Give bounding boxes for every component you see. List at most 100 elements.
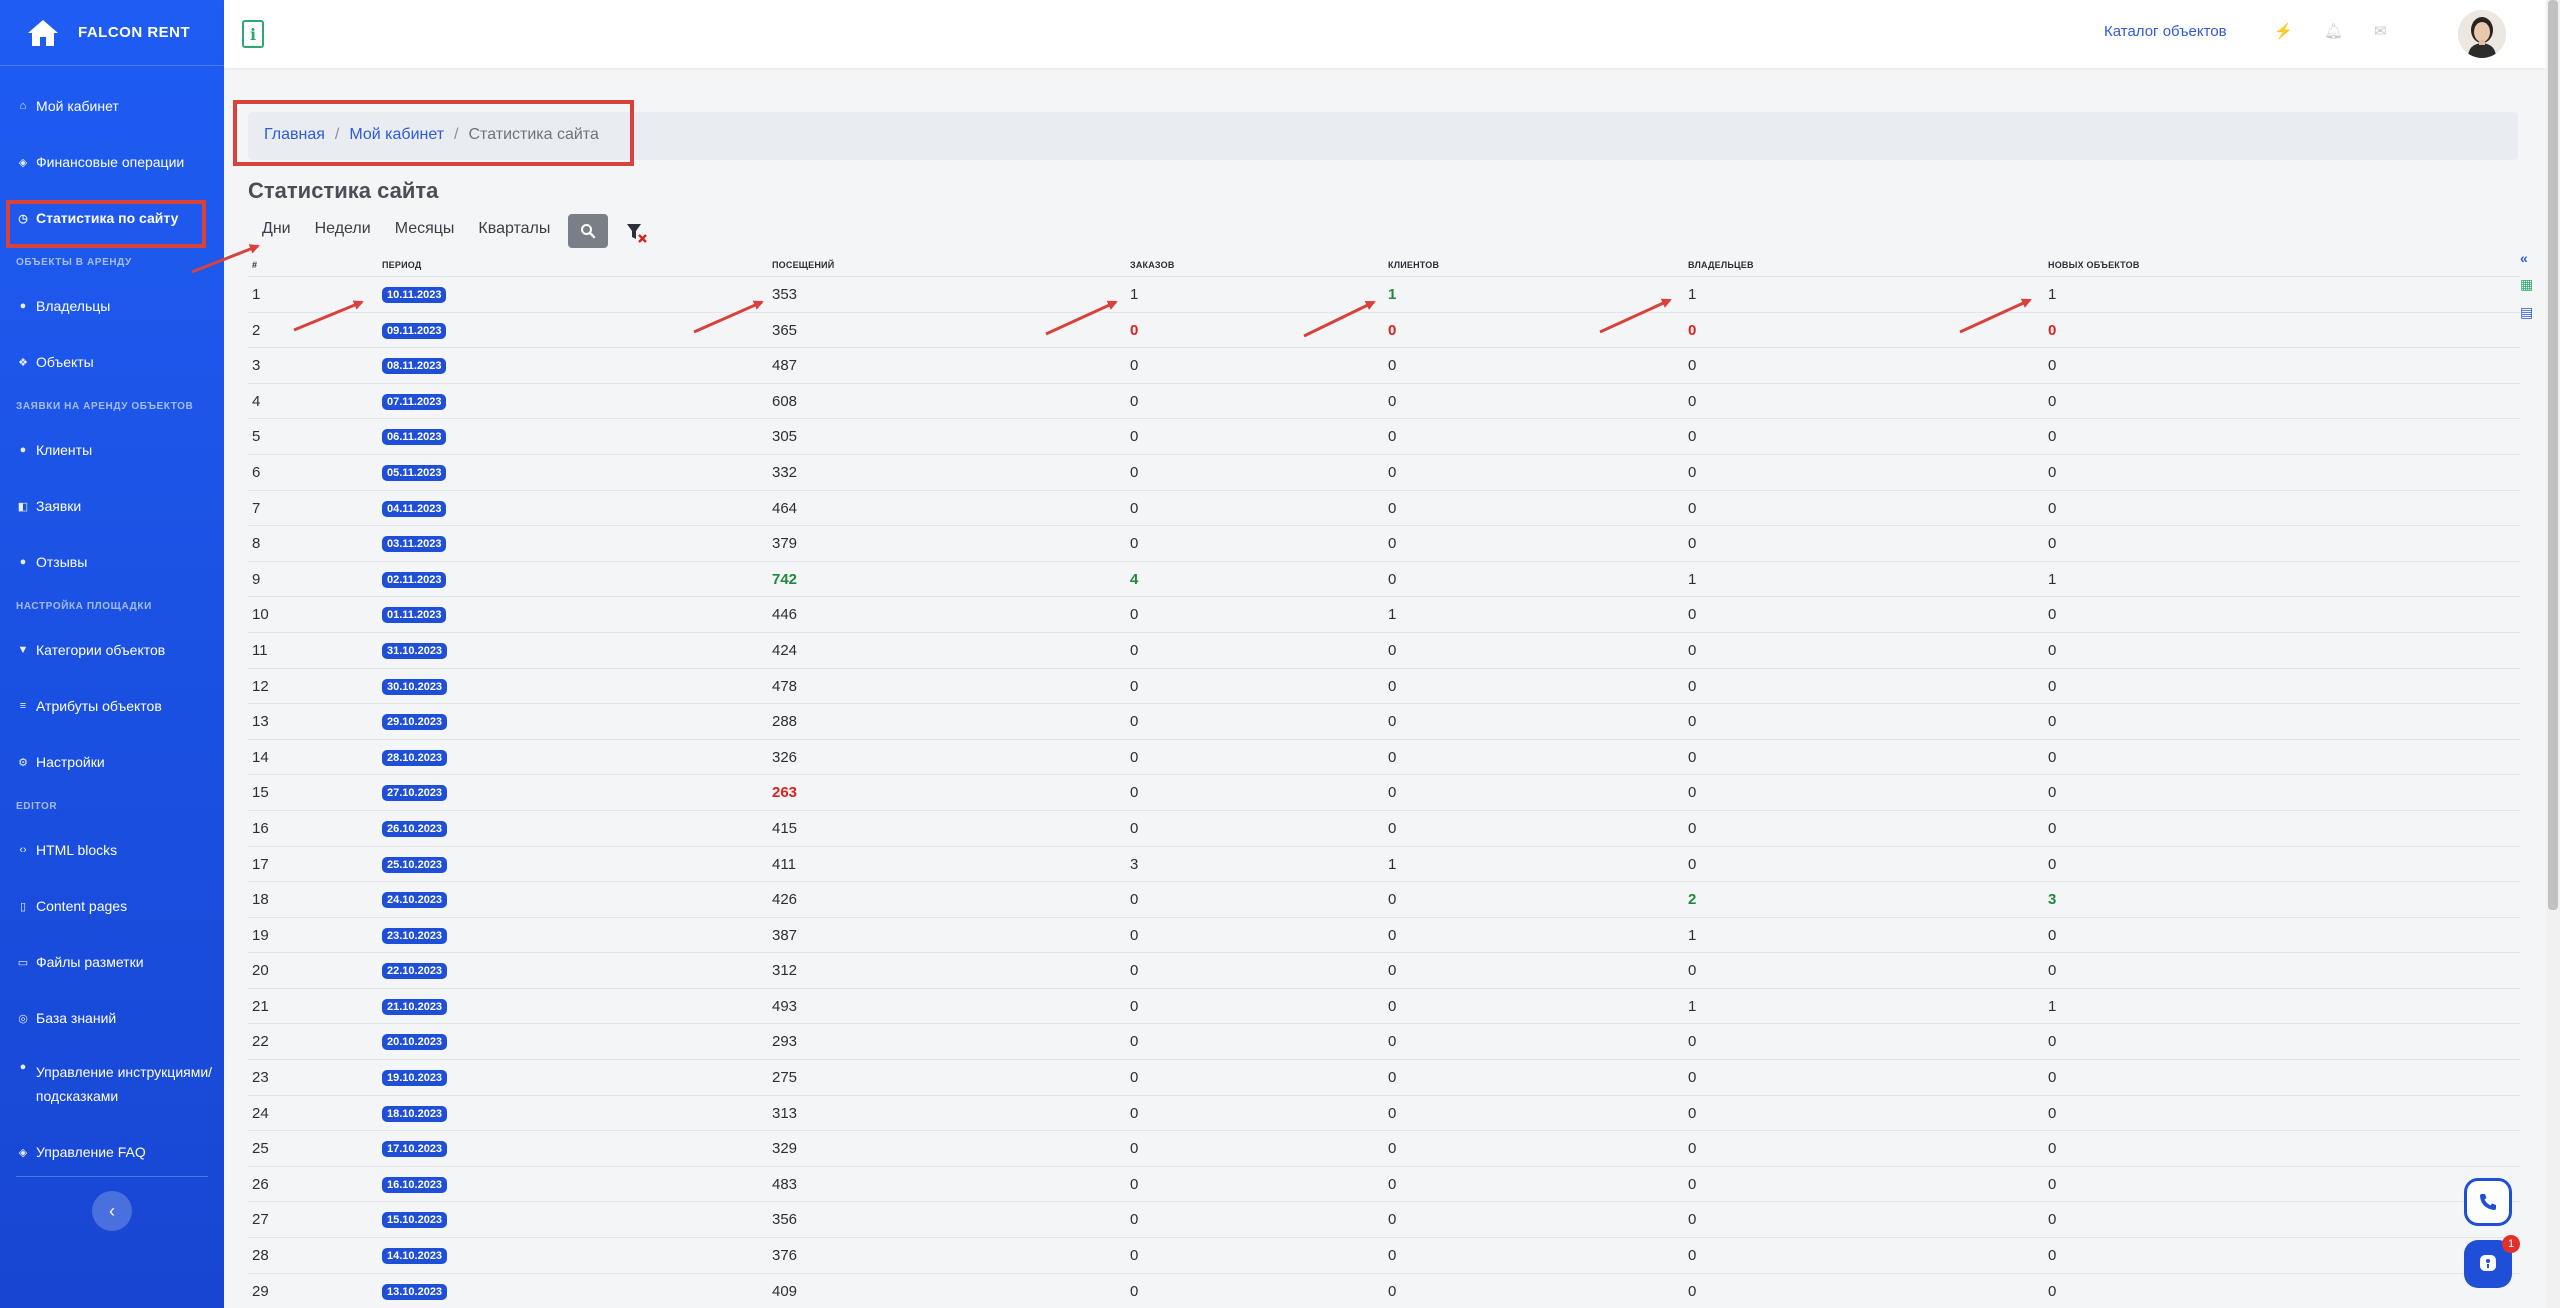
visits-cell: 608	[772, 392, 798, 410]
new-objects-cell: 1	[2048, 997, 2057, 1015]
owners-cell: 0	[1688, 713, 1697, 731]
info-button[interactable]: i	[242, 20, 264, 48]
search-button[interactable]	[568, 214, 608, 248]
page-title: Статистика сайта	[248, 178, 439, 203]
row-number: 24	[252, 1104, 269, 1122]
period-badge: 29.10.2023	[382, 714, 448, 731]
clear-filter-button[interactable]	[626, 222, 648, 244]
period-badge: 27.10.2023	[382, 785, 448, 802]
table-row: 14 28.10.2023 326 0 0 0 0	[248, 738, 2520, 775]
column-header[interactable]: Заказов	[1130, 260, 1175, 270]
column-header[interactable]: Владельцев	[1688, 260, 1754, 270]
sidebar-item[interactable]: ≡ Атрибуты объектов	[0, 678, 224, 734]
sidebar-item[interactable]: ▯ Content pages	[0, 878, 224, 934]
sidebar-item[interactable]: ⌂ Мой кабинет	[0, 78, 224, 134]
period-badge: 24.10.2023	[382, 892, 448, 909]
visits-cell: 313	[772, 1104, 798, 1122]
column-header[interactable]: Период	[382, 260, 421, 270]
period-badge: 09.11.2023	[382, 322, 447, 339]
table-row: 25 17.10.2023 329 0 0 0 0	[248, 1130, 2520, 1166]
table-row: 29 13.10.2023 409 0 0 0 0	[248, 1272, 2520, 1308]
phone-button[interactable]	[2464, 1178, 2512, 1226]
collapse-sidebar-button[interactable]: ‹	[92, 1191, 132, 1231]
owners-cell: 1	[1688, 926, 1697, 944]
user-icon: ●	[19, 1061, 27, 1073]
envelope-icon[interactable]: ✉	[2374, 22, 2387, 40]
sidebar-item[interactable]: ● Управление инструкциями/подсказками	[0, 1046, 224, 1124]
table-row: 15 27.10.2023 263 0 0 0 0	[248, 774, 2520, 810]
visits-cell: 426	[772, 891, 798, 909]
table-icon[interactable]: ▦	[2520, 276, 2533, 293]
sidebar-item[interactable]: ◈ Управление FAQ	[0, 1124, 224, 1180]
sidebar-item[interactable]: ● Владельцы	[0, 278, 224, 334]
period-badge: 23.10.2023	[382, 927, 448, 944]
visits-cell: 742	[772, 570, 798, 588]
owners-cell: 0	[1688, 641, 1697, 659]
clients-cell: 0	[1388, 463, 1397, 481]
sidebar-item[interactable]: ● Отзывы	[0, 534, 224, 590]
home-icon: ⌂	[19, 100, 27, 112]
bolt-icon[interactable]: ⚡	[2274, 22, 2293, 40]
sidebar-item-label: HTML blocks	[36, 842, 118, 858]
orders-cell: 0	[1130, 926, 1139, 944]
shield-icon: ◈	[18, 1146, 28, 1159]
sidebar-item[interactable]: ▼ Категории объектов	[0, 622, 224, 678]
scrollbar-thumb[interactable]	[2548, 0, 2558, 910]
owners-cell: 1	[1688, 570, 1697, 588]
column-header[interactable]: Клиентов	[1388, 260, 1439, 270]
row-number: 14	[252, 748, 269, 766]
row-number: 13	[252, 713, 269, 731]
table-row: 4 07.11.2023 608 0 0 0 0	[248, 382, 2520, 419]
clients-cell: 0	[1388, 1140, 1397, 1158]
sidebar-item[interactable]: ❖ Объекты	[0, 334, 224, 390]
orders-cell: 0	[1130, 321, 1139, 339]
row-number: 20	[252, 962, 269, 980]
bell-icon[interactable]: 🔔︎	[2324, 22, 2343, 40]
table-row: 1 10.11.2023 353 1 1 1 1	[248, 276, 2520, 312]
column-header[interactable]: #	[252, 260, 257, 270]
brand-name: FALCON RENT	[78, 24, 191, 41]
visits-cell: 379	[772, 535, 798, 553]
owners-cell: 0	[1688, 1140, 1697, 1158]
new-objects-cell: 0	[2048, 926, 2057, 944]
column-header[interactable]: Посещений	[772, 260, 834, 270]
row-number: 27	[252, 1211, 269, 1229]
document-icon[interactable]: ▤	[2520, 304, 2533, 321]
table-row: 28 14.10.2023 376 0 0 0 0	[248, 1237, 2520, 1273]
sidebar-item[interactable]: ◧ Заявки	[0, 478, 224, 534]
table-row: 13 29.10.2023 288 0 0 0 0	[248, 703, 2520, 739]
sidebar-item[interactable]: ● Клиенты	[0, 422, 224, 478]
double-chevron-left-icon[interactable]: «	[2520, 250, 2528, 266]
table-row: 9 02.11.2023 742 4 0 1 1	[248, 560, 2520, 597]
clients-cell: 0	[1388, 1175, 1397, 1193]
orders-cell: 0	[1130, 891, 1139, 909]
sidebar-item[interactable]: ◈ Финансовые операции	[0, 134, 224, 190]
period-tab[interactable]: Дни	[262, 220, 291, 238]
sidebar-item[interactable]: ◎ База знаний	[0, 990, 224, 1046]
clients-cell: 0	[1388, 677, 1397, 695]
brand[interactable]: FALCON RENT	[0, 0, 224, 66]
user-avatar[interactable]	[2458, 10, 2506, 58]
gear-icon: ⚙	[18, 756, 28, 769]
new-objects-cell: 0	[2048, 463, 2057, 481]
period-tab[interactable]: Недели	[315, 220, 371, 238]
visits-cell: 356	[772, 1211, 798, 1229]
orders-cell: 0	[1130, 357, 1139, 375]
database-icon: ◎	[18, 1012, 28, 1025]
info-icon: i	[249, 24, 257, 44]
sidebar-item[interactable]: ‹› HTML blocks	[0, 822, 224, 878]
period-tab[interactable]: Кварталы	[478, 220, 550, 238]
catalog-link[interactable]: Каталог объектов	[2104, 23, 2227, 40]
sidebar-item[interactable]: ◷ Статистика по сайту	[0, 190, 224, 248]
orders-cell: 4	[1130, 570, 1139, 588]
period-tab[interactable]: Месяцы	[395, 220, 455, 238]
row-number: 8	[252, 535, 261, 553]
new-objects-cell: 0	[2048, 1069, 2057, 1087]
owners-cell: 0	[1688, 1211, 1697, 1229]
sidebar-item[interactable]: ▭ Файлы разметки	[0, 934, 224, 990]
period-badge: 15.10.2023	[382, 1212, 448, 1229]
sidebar-item[interactable]: ⚙ Настройки	[0, 734, 224, 790]
table-row: 23 19.10.2023 275 0 0 0 0	[248, 1059, 2520, 1095]
new-objects-cell: 1	[2048, 286, 2057, 303]
column-header[interactable]: Новых объектов	[2048, 260, 2140, 270]
